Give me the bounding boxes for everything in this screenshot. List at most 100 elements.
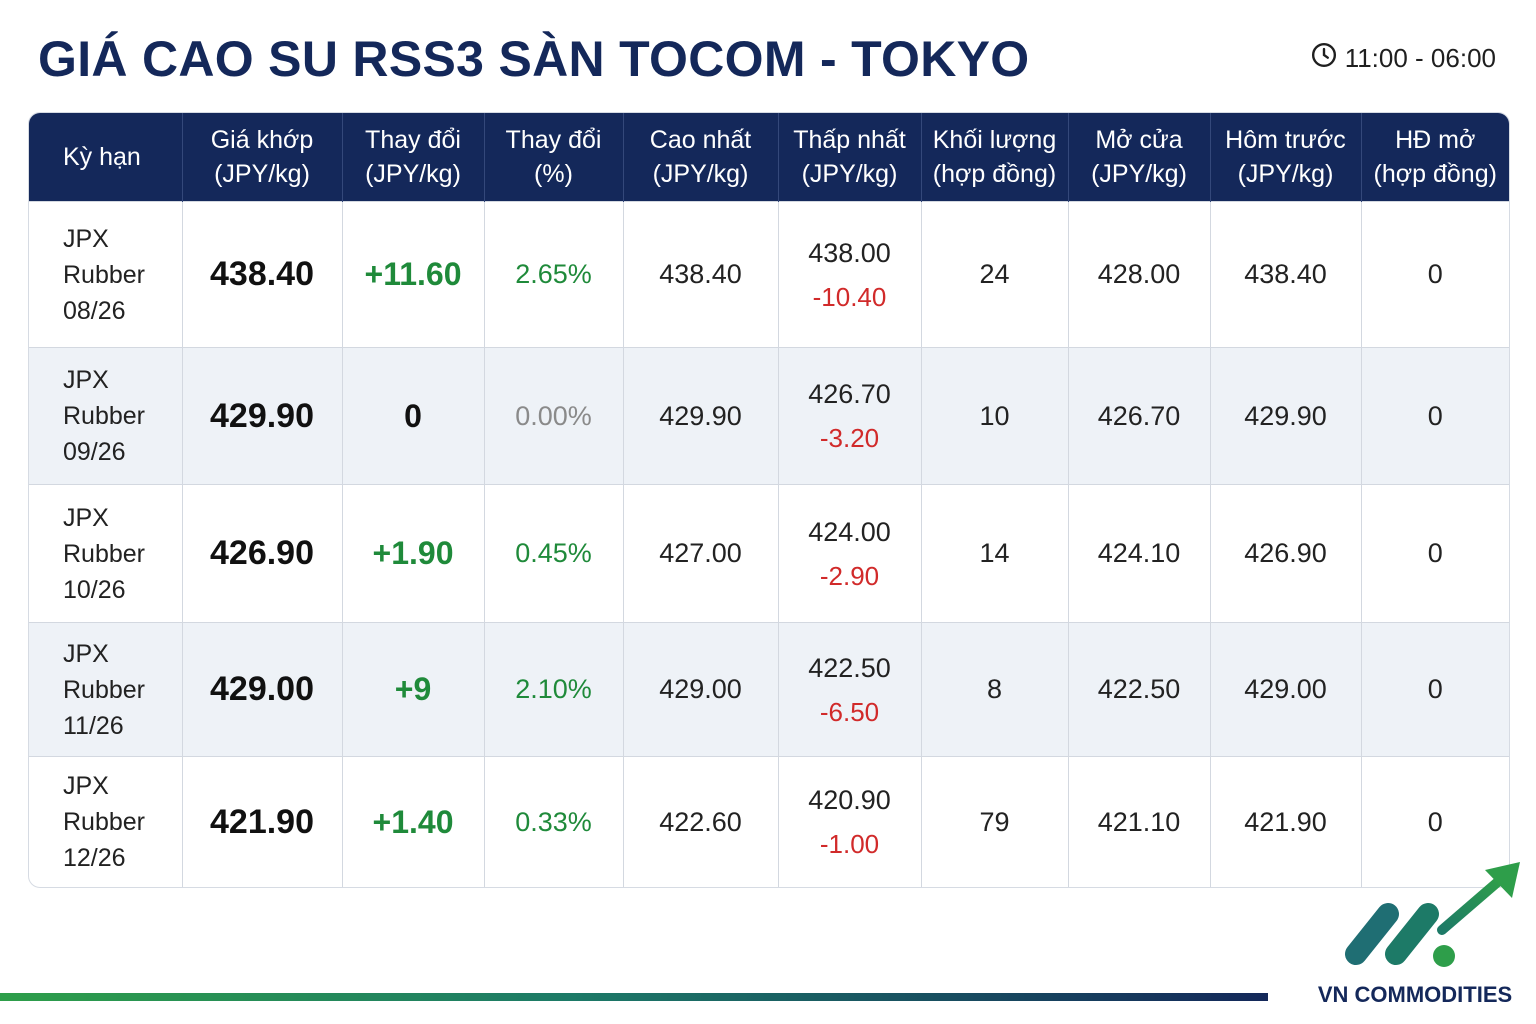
column-header-unit: (JPY/kg) xyxy=(652,160,749,188)
table-row: JPX Rubber 09/26 429.90 0 0.00% 429.90 426.70 -3… xyxy=(29,347,1509,485)
open-value: 426.70 xyxy=(1097,400,1181,431)
term-line: JPX xyxy=(63,224,109,253)
term-line: Rubber xyxy=(63,402,145,430)
previous-value: 426.90 xyxy=(1244,538,1327,568)
column-header-2: Thay đổi (JPY/kg) xyxy=(341,113,484,202)
term-line: 09/26 xyxy=(63,438,126,466)
change-pct-value: 0.00% xyxy=(515,400,592,431)
cell-change: +1.90 xyxy=(341,484,484,623)
volume-value: 10 xyxy=(979,400,1010,431)
previous-value: 421.90 xyxy=(1244,806,1327,837)
cell-change-pct: 0.45% xyxy=(483,484,623,623)
low-delta-value: -10.40 xyxy=(812,281,887,312)
low-delta-value: -1.00 xyxy=(819,829,880,859)
price-value: 438.40 xyxy=(210,255,314,293)
cell-open: 421.10 xyxy=(1067,756,1210,887)
session-time: 11:00 - 06:00 xyxy=(1344,43,1496,73)
column-header-title: Cao nhất xyxy=(649,126,752,154)
trading-session: 11:00 - 06:00 xyxy=(1311,42,1496,75)
low-delta-value: -3.20 xyxy=(819,423,880,453)
term-line: JPX xyxy=(63,366,109,394)
cell-change: 0 xyxy=(341,347,484,485)
high-value: 429.90 xyxy=(659,400,742,431)
cell-previous: 426.90 xyxy=(1209,484,1361,623)
previous-value: 429.90 xyxy=(1244,400,1327,431)
low-value: 426.70 xyxy=(808,379,891,409)
cell-term: JPX Rubber 10/26 xyxy=(29,484,182,623)
column-header-9: HĐ mở (hợp đồng) xyxy=(1360,113,1509,202)
price-value: 421.90 xyxy=(210,802,314,841)
change-pct-value: 2.10% xyxy=(515,674,592,704)
high-value: 438.40 xyxy=(659,259,742,289)
low-value: 438.00 xyxy=(808,237,891,268)
term-line: 11/26 xyxy=(63,711,124,740)
cell-term: JPX Rubber 11/26 xyxy=(29,622,182,757)
price-value: 426.90 xyxy=(210,534,314,572)
cell-volume: 14 xyxy=(920,484,1068,623)
volume-value: 8 xyxy=(986,674,1003,704)
cell-change: +11.60 xyxy=(341,201,484,348)
column-header-unit: (%) xyxy=(534,160,573,188)
volume-value: 24 xyxy=(979,259,1010,289)
previous-value: 438.40 xyxy=(1244,259,1327,289)
cell-open-interest: 0 xyxy=(1360,347,1509,485)
cell-open-interest: 0 xyxy=(1360,201,1509,348)
cell-low: 424.00 -2.90 xyxy=(777,484,921,623)
cell-price: 429.90 xyxy=(181,347,342,485)
cell-term: JPX Rubber 12/26 xyxy=(29,756,182,887)
table-body: JPX Rubber 08/26 438.40 +11.60 2.65% 438.40 438… xyxy=(29,201,1509,887)
column-header-7: Mở cửa (JPY/kg) xyxy=(1067,113,1210,202)
column-header-title: Hôm trước xyxy=(1225,126,1346,154)
low-stack: 420.90 -1.00 xyxy=(783,783,917,861)
high-value: 422.60 xyxy=(659,806,742,837)
low-delta-value: -2.90 xyxy=(819,560,880,591)
cell-change: +1.40 xyxy=(341,756,484,887)
open-interest-value: 0 xyxy=(1427,400,1443,431)
cell-volume: 8 xyxy=(920,622,1068,757)
column-header-unit: (hợp đồng) xyxy=(932,160,1057,188)
high-value: 429.00 xyxy=(659,674,742,704)
column-header-5: Thấp nhất (JPY/kg) xyxy=(777,113,921,202)
cell-high: 422.60 xyxy=(622,756,778,887)
cell-change-pct: 0.33% xyxy=(483,756,623,887)
cell-open-interest: 0 xyxy=(1360,484,1509,623)
footer-gradient-bar xyxy=(0,993,1268,1001)
column-header-unit: (JPY/kg) xyxy=(365,160,461,188)
price-value: 429.90 xyxy=(210,396,314,435)
change-pct-value: 0.33% xyxy=(515,806,592,837)
open-value: 428.00 xyxy=(1097,259,1181,289)
column-header-title: Mở cửa xyxy=(1095,126,1183,154)
brand-logo: VN COMMODITIES xyxy=(1310,858,1520,1008)
change-value: +1.90 xyxy=(372,535,454,571)
open-interest-value: 0 xyxy=(1427,538,1443,568)
change-pct-value: 0.45% xyxy=(515,538,592,568)
cell-high: 438.40 xyxy=(622,201,778,348)
table-row: JPX Rubber 11/26 429.00 +9 2.10% 429.00 422.50 -… xyxy=(29,622,1509,757)
cell-open: 424.10 xyxy=(1067,484,1210,623)
column-header-unit: (JPY/kg) xyxy=(1237,160,1334,188)
cell-previous: 438.40 xyxy=(1209,201,1361,348)
high-value: 427.00 xyxy=(659,538,742,568)
cell-low: 426.70 -3.20 xyxy=(777,347,921,485)
table-row: JPX Rubber 08/26 438.40 +11.60 2.65% 438.40 438… xyxy=(29,201,1509,348)
cell-high: 429.90 xyxy=(622,347,778,485)
column-header-title: Kỳ hạn xyxy=(63,143,141,171)
page-title: GIÁ CAO SU RSS3 SÀN TOCOM - TOKYO xyxy=(38,31,1030,87)
low-value: 420.90 xyxy=(808,785,891,815)
term-line: JPX xyxy=(63,639,109,668)
change-value: 0 xyxy=(404,397,422,434)
change-pct-value: 2.65% xyxy=(515,259,592,289)
price-value: 429.00 xyxy=(210,670,314,708)
term-line: 10/26 xyxy=(63,575,126,604)
low-value: 422.50 xyxy=(808,652,891,683)
cell-price: 429.00 xyxy=(181,622,342,757)
term-line: Rubber xyxy=(63,260,145,289)
term-line: 08/26 xyxy=(63,296,126,325)
cell-price: 421.90 xyxy=(181,756,342,887)
cell-price: 438.40 xyxy=(181,201,342,348)
low-value: 424.00 xyxy=(808,516,891,547)
cell-term: JPX Rubber 09/26 xyxy=(29,347,182,485)
previous-value: 429.00 xyxy=(1244,674,1327,704)
low-stack: 422.50 -6.50 xyxy=(783,651,917,729)
column-header-title: Thấp nhất xyxy=(793,126,906,154)
